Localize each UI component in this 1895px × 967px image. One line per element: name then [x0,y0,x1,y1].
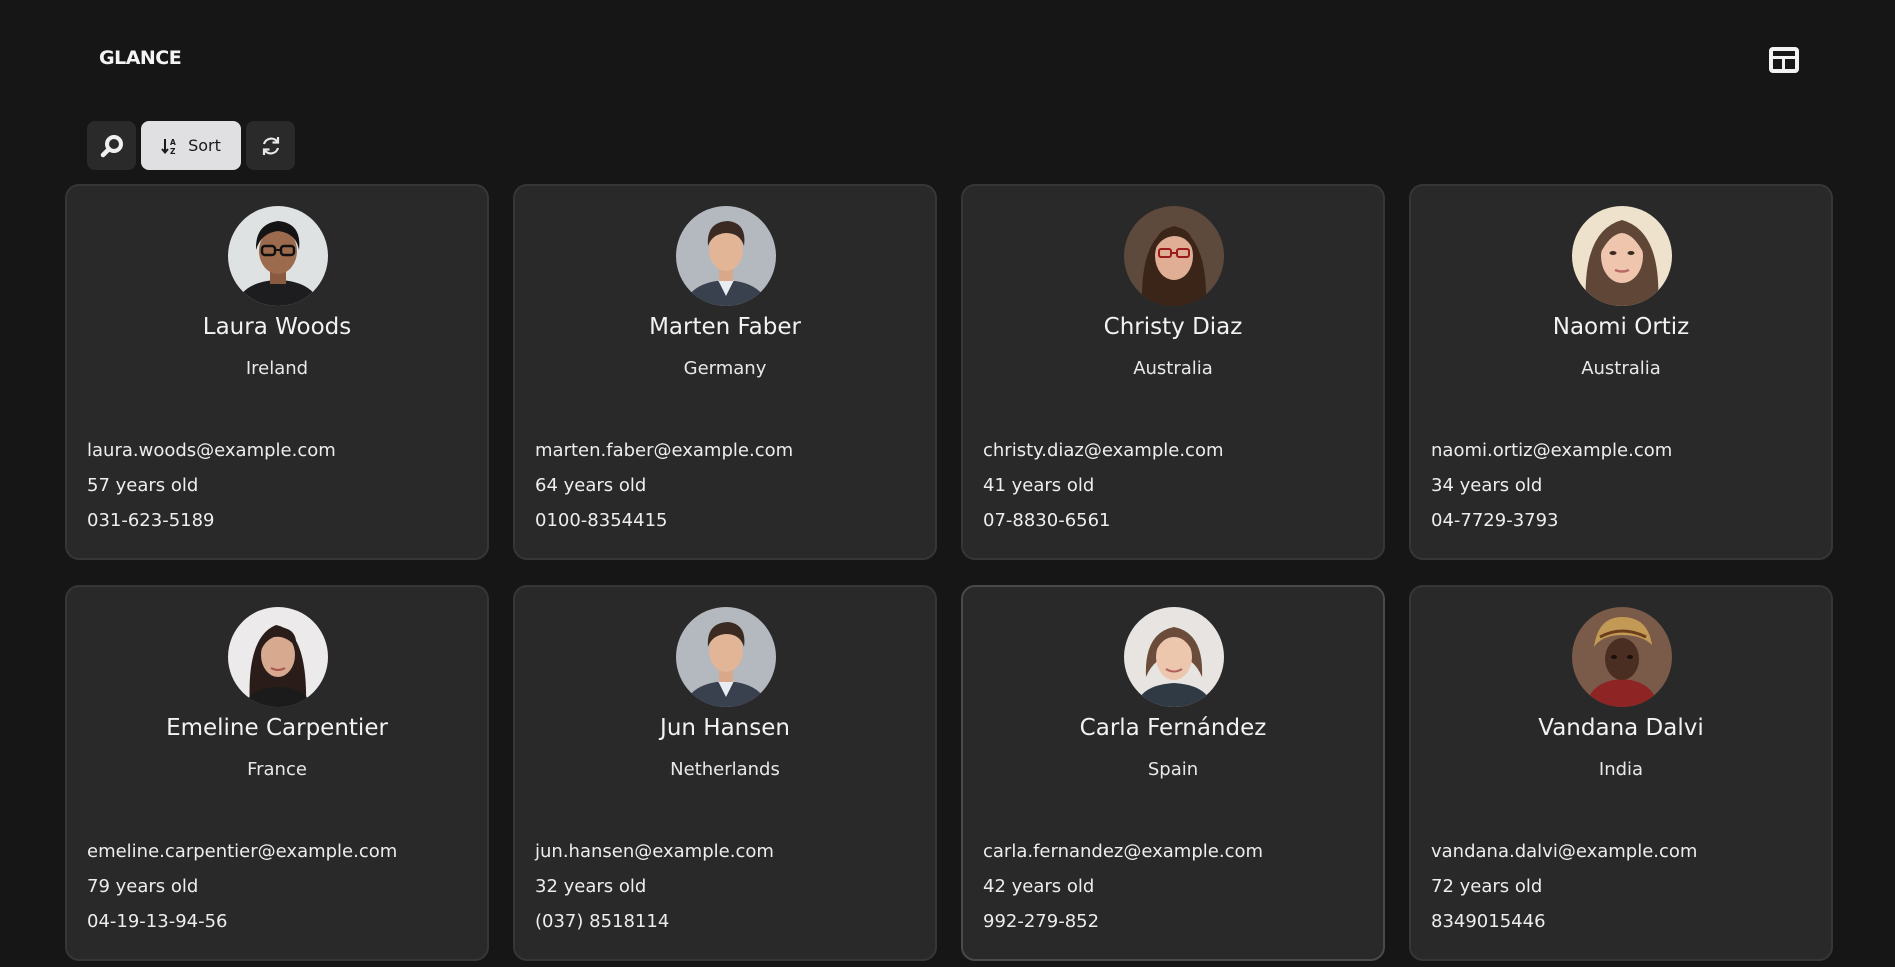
svg-text:A: A [170,138,176,147]
avatar [1572,206,1672,306]
avatar [676,607,776,707]
toolbar: A Z Sort [87,121,295,170]
person-phone: (037) 8518114 [535,911,670,932]
avatar [1124,206,1224,306]
person-phone: 8349015446 [1431,911,1546,932]
person-card[interactable]: Christy Diaz Australia christy.diaz@exam… [961,184,1385,560]
avatar [228,206,328,306]
person-country: France [247,759,307,780]
person-phone: 04-7729-3793 [1431,510,1559,531]
person-phone: 07-8830-6561 [983,510,1111,531]
person-email: carla.fernandez@example.com [983,841,1264,862]
person-name: Christy Diaz [1103,314,1243,340]
person-age: 42 years old [983,876,1095,897]
person-age: 41 years old [983,475,1095,496]
person-email: jun.hansen@example.com [535,841,774,862]
person-name: Vandana Dalvi [1538,715,1704,741]
search-icon [100,134,123,157]
layout-toggle-button[interactable] [1767,45,1801,75]
person-email: emeline.carpentier@example.com [87,841,398,862]
person-card[interactable]: Naomi Ortiz Australia naomi.ortiz@exampl… [1409,184,1833,560]
search-button[interactable] [87,121,136,170]
person-email: naomi.ortiz@example.com [1431,440,1673,461]
person-age: 72 years old [1431,876,1543,897]
app-header: GLANCE [0,0,1895,110]
person-age: 64 years old [535,475,647,496]
person-name: Emeline Carpentier [166,715,388,741]
person-card[interactable]: Carla Fernández Spain carla.fernandez@ex… [961,585,1385,961]
grid-layout-icon [1769,47,1799,73]
person-phone: 031-623-5189 [87,510,215,531]
person-country: Spain [1147,759,1199,780]
person-country: Australia [1133,358,1213,379]
person-card[interactable]: Jun Hansen Netherlands jun.hansen@exampl… [513,585,937,961]
person-age: 34 years old [1431,475,1543,496]
person-name: Carla Fernández [1079,715,1267,741]
person-email: laura.woods@example.com [87,440,336,461]
person-card[interactable]: Emeline Carpentier France emeline.carpen… [65,585,489,961]
person-email: christy.diaz@example.com [983,440,1224,461]
avatar [228,607,328,707]
person-country: India [1598,759,1644,780]
person-age: 57 years old [87,475,199,496]
person-country: Germany [683,358,767,379]
refresh-icon [262,136,279,155]
refresh-button[interactable] [246,121,295,170]
person-country: Ireland [245,358,309,379]
brand-logo[interactable]: GLANCE [99,47,182,69]
person-country: Netherlands [670,759,780,780]
svg-text:Z: Z [170,147,176,155]
person-country: Australia [1581,358,1661,379]
person-email: marten.faber@example.com [535,440,794,461]
person-email: vandana.dalvi@example.com [1431,841,1698,862]
avatar [1124,607,1224,707]
sort-button[interactable]: A Z Sort [141,121,241,170]
person-name: Laura Woods [202,314,352,340]
avatar [676,206,776,306]
people-grid: Laura Woods Ireland laura.woods@example.… [65,184,1833,961]
sort-icon: A Z [161,138,176,155]
person-name: Jun Hansen [660,715,790,741]
person-age: 32 years old [535,876,647,897]
person-phone: 992-279-852 [983,911,1100,932]
person-name: Marten Faber [649,314,801,340]
person-card[interactable]: Vandana Dalvi India vandana.dalvi@exampl… [1409,585,1833,961]
sort-label: Sort [188,136,221,155]
avatar [1572,607,1672,707]
person-age: 79 years old [87,876,199,897]
person-card[interactable]: Laura Woods Ireland laura.woods@example.… [65,184,489,560]
person-phone: 0100-8354415 [535,510,668,531]
person-card[interactable]: Marten Faber Germany marten.faber@exampl… [513,184,937,560]
person-phone: 04-19-13-94-56 [87,911,228,932]
person-name: Naomi Ortiz [1552,314,1690,340]
